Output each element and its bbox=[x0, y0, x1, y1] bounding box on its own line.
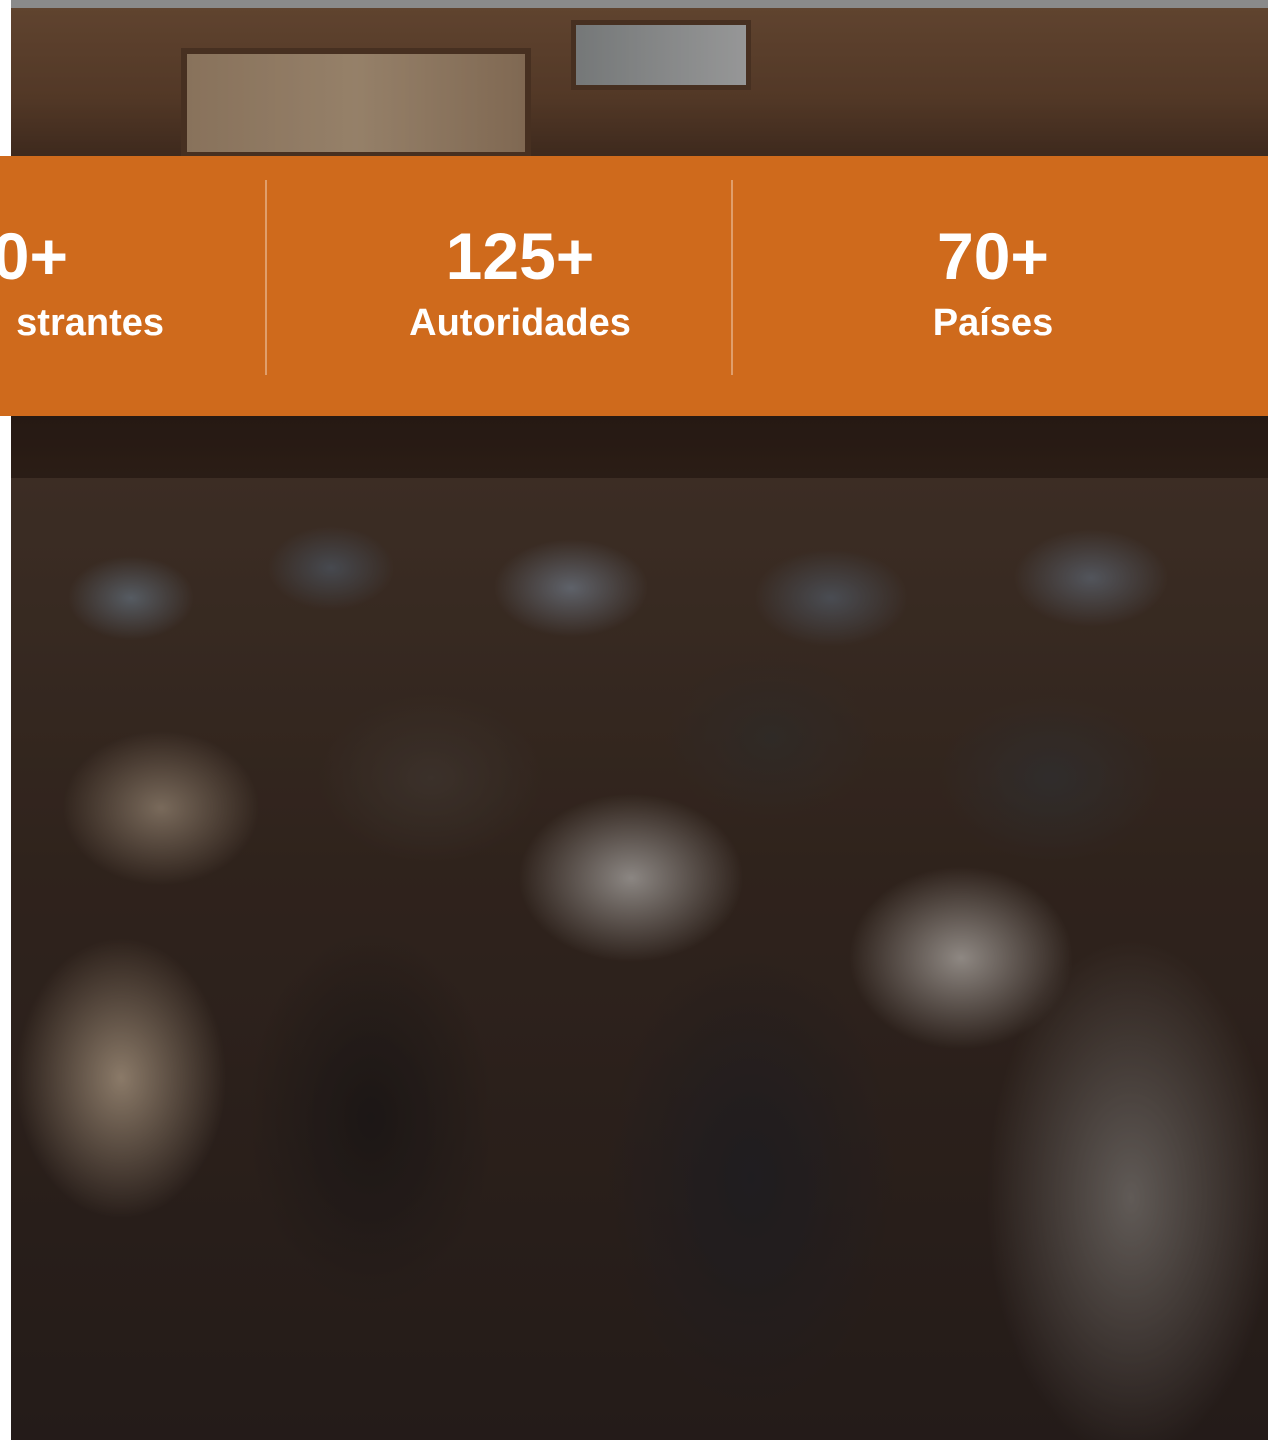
stat-item-countries: 70+ Países bbox=[793, 156, 1193, 416]
top-strip bbox=[0, 0, 1268, 8]
stat-value: 125+ bbox=[445, 219, 595, 293]
stat-divider bbox=[731, 180, 733, 375]
stat-value: 30+ bbox=[0, 219, 68, 293]
stat-divider bbox=[265, 180, 267, 375]
stat-label: strantes bbox=[16, 302, 164, 344]
stat-value: 70+ bbox=[937, 219, 1049, 293]
stat-label: Países bbox=[932, 302, 1054, 344]
stats-band: 30+ strantes 125+ Autoridades 70+ Países bbox=[0, 156, 1268, 416]
page: 30+ strantes 125+ Autoridades 70+ Países bbox=[0, 0, 1268, 1440]
stat-item-authorities: 125+ Autoridades bbox=[320, 156, 720, 416]
stat-label: Autoridades bbox=[409, 302, 631, 344]
stat-item-speakers: 30+ strantes bbox=[0, 156, 200, 416]
